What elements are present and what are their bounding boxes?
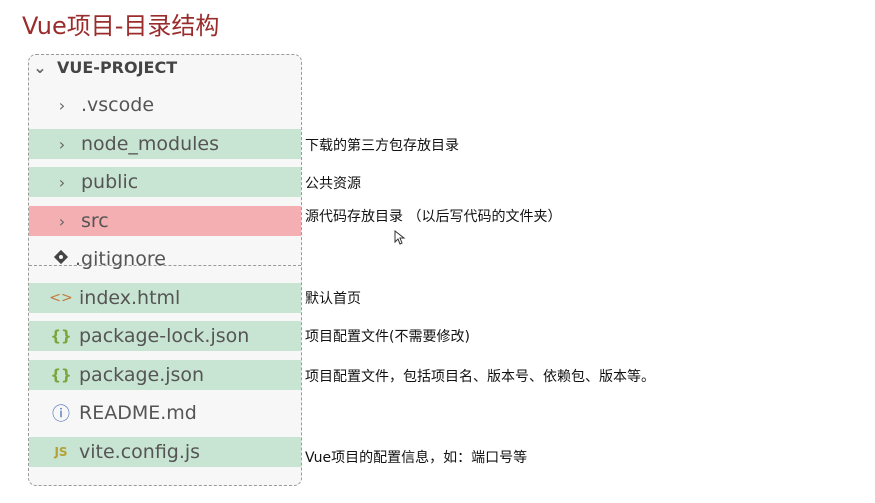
chevron-right-icon: ›	[58, 172, 66, 192]
file-explorer: ⌄ VUE-PROJECT › .vscode › node_modules ›…	[28, 54, 302, 486]
tree-item-label: .gitignore	[75, 248, 166, 270]
info-icon: ⓘ	[52, 404, 70, 425]
tree-item-gitignore[interactable]: .gitignore	[29, 244, 301, 274]
tree-item-package-lock[interactable]: {} package-lock.json	[29, 321, 301, 351]
tree-item-label: node_modules	[81, 133, 220, 155]
tree-item-package-json[interactable]: {} package.json	[29, 360, 301, 390]
tree-item-label: src	[81, 210, 109, 232]
chevron-right-icon: ›	[58, 134, 66, 154]
tree-item-label: public	[81, 171, 139, 193]
tree-item-label: .vscode	[81, 94, 155, 116]
tree-item-src[interactable]: › src	[29, 206, 301, 236]
json-icon: {}	[50, 366, 72, 384]
annotation-package-json: 项目配置文件，包括项目名、版本号、依赖包、版本等。	[305, 369, 655, 385]
chevron-right-icon: ›	[58, 95, 66, 115]
json-icon: {}	[50, 327, 72, 345]
annotation-public: 公共资源	[305, 176, 361, 192]
page-title: Vue项目-目录结构	[22, 12, 220, 40]
tree-item-vscode[interactable]: › .vscode	[29, 90, 301, 120]
chevron-down-icon: ⌄	[33, 57, 47, 77]
js-icon: JS	[54, 445, 68, 459]
annotation-vite-config: Vue项目的配置信息，如：端口号等	[305, 450, 528, 466]
git-icon	[49, 249, 73, 269]
annotation-src: 源代码存放目录 （以后写代码的文件夹）	[305, 209, 562, 225]
tree-item-label: vite.config.js	[79, 441, 201, 463]
tree-item-public[interactable]: › public	[29, 167, 301, 197]
annotation-package-lock: 项目配置文件(不需要修改)	[305, 329, 470, 345]
chevron-right-icon: ›	[58, 211, 66, 231]
html-icon: <>	[49, 290, 73, 306]
tree-item-label: package-lock.json	[79, 325, 250, 347]
annotation-node-modules: 下载的第三方包存放目录	[305, 138, 459, 154]
tree-item-readme[interactable]: ⓘ README.md	[29, 398, 301, 428]
tree-item-label: README.md	[79, 402, 197, 424]
explorer-root[interactable]: ⌄ VUE-PROJECT	[29, 55, 301, 79]
tree-item-vite-config[interactable]: JS vite.config.js	[29, 437, 301, 467]
root-label: VUE-PROJECT	[57, 57, 178, 77]
tree-item-label: package.json	[79, 364, 205, 386]
tree-item-label: index.html	[79, 287, 181, 309]
mouse-cursor-icon	[394, 230, 406, 245]
tree-item-index-html[interactable]: <> index.html	[29, 283, 301, 313]
tree-item-node-modules[interactable]: › node_modules	[29, 129, 301, 159]
annotation-index-html: 默认首页	[305, 291, 361, 307]
